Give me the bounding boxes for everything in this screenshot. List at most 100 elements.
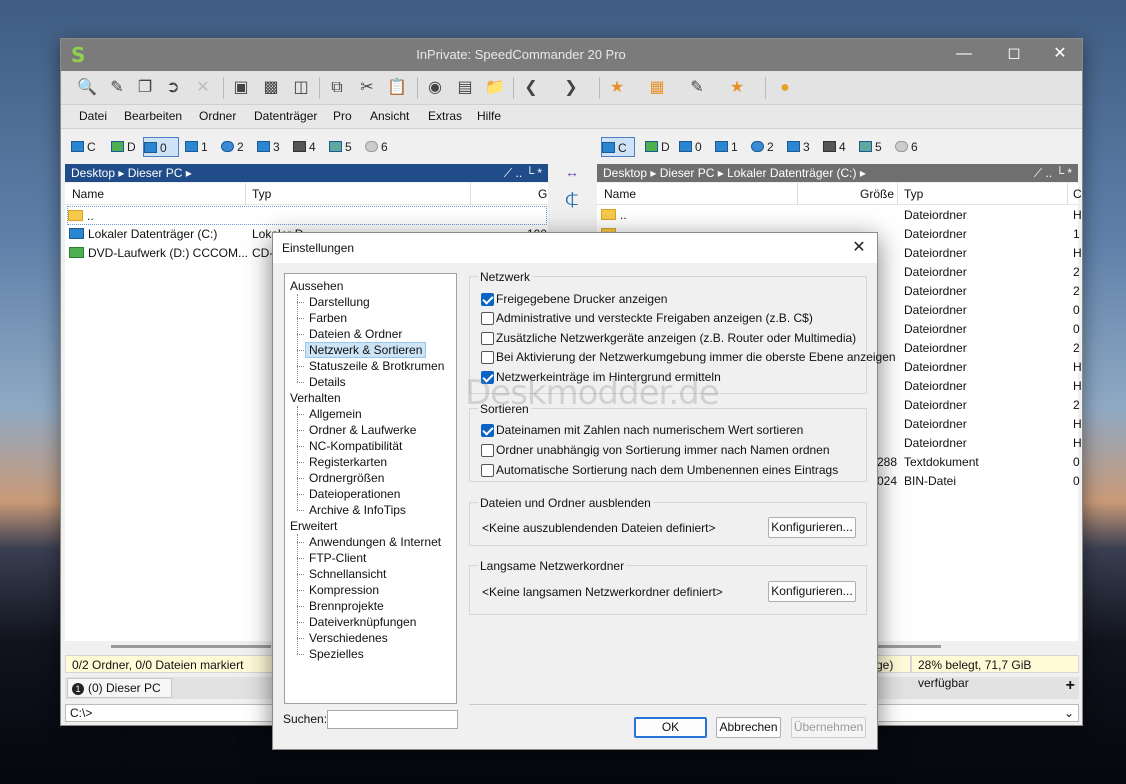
command-prompt-icon[interactable]: ▩: [259, 76, 283, 100]
tree-item[interactable]: Verschiedenes: [305, 630, 388, 646]
checkbox-freigegebene-drucker[interactable]: Freigegebene Drucker anzeigen: [481, 291, 667, 307]
breadcrumb-item[interactable]: Dieser PC: [660, 166, 715, 180]
checkbox-auto-sort[interactable]: Automatische Sortierung nach dem Umbenen…: [481, 462, 838, 478]
drive-3-button[interactable]: 3: [787, 137, 810, 157]
tree-item[interactable]: Allgemein: [305, 406, 362, 422]
tip-lightbulb-icon[interactable]: ●: [773, 76, 797, 100]
tree-item[interactable]: Darstellung: [305, 294, 370, 310]
drive-0-button[interactable]: 0: [143, 137, 179, 157]
checkbox-icon[interactable]: [481, 464, 494, 477]
tree-item[interactable]: Statuszeile & Brotkrumen: [305, 358, 444, 374]
minimize-button[interactable]: —: [941, 39, 987, 71]
menu-hilfe[interactable]: Hilfe: [477, 109, 501, 123]
forward-icon[interactable]: ❯: [559, 76, 583, 100]
tree-item[interactable]: Dateioperationen: [305, 486, 400, 502]
add-tab-icon[interactable]: +: [1066, 677, 1075, 695]
back-icon[interactable]: ❮: [519, 76, 543, 100]
maximize-button[interactable]: ◻: [991, 39, 1037, 71]
left-breadcrumb[interactable]: Desktop ▸ Dieser PC ▸ ⟋ .. └ *: [65, 164, 548, 182]
drive-1-button[interactable]: 1: [185, 137, 208, 157]
tree-item[interactable]: Details: [305, 374, 346, 390]
terminal-icon[interactable]: ◫: [289, 76, 313, 100]
menu-pro[interactable]: Pro: [333, 109, 352, 123]
swap-panels-icon[interactable]: ↔: [561, 164, 583, 180]
right-breadcrumb[interactable]: Desktop ▸ Dieser PC ▸ Lokaler Datenträge…: [597, 164, 1078, 182]
drive-0-button[interactable]: 0: [679, 137, 702, 157]
cut-icon[interactable]: ✂: [355, 76, 379, 100]
checkbox-icon[interactable]: [481, 293, 494, 306]
close-icon[interactable]: ✕: [847, 237, 871, 259]
checkbox-icon[interactable]: [481, 332, 494, 345]
checkbox-oberste-ebene[interactable]: Bei Aktivierung der Netzwerkumgebung imm…: [481, 349, 896, 365]
col-date[interactable]: C: [1073, 183, 1082, 205]
tree-item[interactable]: NC-Kompatibilität: [305, 438, 402, 454]
view-file-icon[interactable]: 🔍: [75, 76, 99, 100]
drive-5-button[interactable]: 5: [329, 137, 352, 157]
left-scrollbar[interactable]: [111, 645, 271, 648]
search-input[interactable]: [327, 710, 458, 729]
drive-6-button[interactable]: 6: [895, 137, 918, 157]
edit-list-icon[interactable]: ✎: [685, 76, 709, 100]
konfigurieren-ausblenden-button[interactable]: Konfigurieren...: [768, 517, 856, 538]
checkbox-netzwerkgeraete[interactable]: Zusätzliche Netzwerkgeräte anzeigen (z.B…: [481, 330, 856, 346]
tree-item[interactable]: Archive & InfoTips: [305, 502, 406, 518]
close-window-button[interactable]: ✕: [1037, 39, 1083, 71]
checkbox-admin-freigaben[interactable]: Administrative und versteckte Freigaben …: [481, 310, 813, 326]
checkbox-icon[interactable]: [481, 444, 494, 457]
dialog-title-bar[interactable]: Einstellungen ✕: [273, 233, 877, 263]
find-icon[interactable]: ▤: [453, 76, 477, 100]
drive-3-button[interactable]: 3: [257, 137, 280, 157]
star-folder-icon[interactable]: ★: [725, 76, 749, 100]
disk-search-icon[interactable]: ◉: [423, 76, 447, 100]
tree-item[interactable]: Registerkarten: [305, 454, 387, 470]
list-item[interactable]: .. Dateiordner H: [601, 206, 1082, 225]
sync-panels-icon[interactable]: ⍧: [559, 187, 585, 217]
tree-item[interactable]: Brennprojekte: [305, 598, 384, 614]
window-icon[interactable]: ▣: [229, 76, 253, 100]
paste-icon[interactable]: 📋: [385, 76, 409, 100]
menu-bearbeiten[interactable]: Bearbeiten: [124, 109, 182, 123]
breadcrumb-item[interactable]: Dieser PC: [128, 166, 183, 180]
move-file-icon[interactable]: ➲: [161, 76, 185, 100]
drive-4-button[interactable]: 4: [293, 137, 316, 157]
tree-item[interactable]: Kompression: [305, 582, 379, 598]
drive-4-button[interactable]: 4: [823, 137, 846, 157]
drive-d-button[interactable]: D: [645, 137, 670, 157]
new-folder-icon[interactable]: 📁: [483, 76, 507, 100]
list-item[interactable]: ..: [67, 206, 547, 225]
checkbox-icon[interactable]: [481, 351, 494, 364]
drive-1-button[interactable]: 1: [715, 137, 738, 157]
pane-tools-icon[interactable]: ⟋ .. └ *: [1034, 164, 1072, 182]
col-name[interactable]: Name: [604, 183, 636, 205]
drive-6-button[interactable]: 6: [365, 137, 388, 157]
tree-item[interactable]: Netzwerk & Sortieren: [305, 342, 427, 358]
delete-icon[interactable]: ✕: [191, 76, 215, 100]
title-bar[interactable]: S InPrivate: SpeedCommander 20 Pro — ◻ ✕: [61, 39, 1082, 71]
drive-d-button[interactable]: D: [111, 137, 136, 157]
checkbox-icon[interactable]: [481, 424, 494, 437]
col-name[interactable]: Name: [72, 183, 104, 205]
menu-ansicht[interactable]: Ansicht: [370, 109, 409, 123]
breadcrumb-item[interactable]: Desktop: [71, 166, 115, 180]
drive-5-button[interactable]: 5: [859, 137, 882, 157]
checkbox-numerisch[interactable]: Dateinamen mit Zahlen nach numerischem W…: [481, 422, 803, 438]
ok-button[interactable]: OK: [634, 717, 707, 738]
cancel-button[interactable]: Abbrechen: [716, 717, 781, 738]
col-type[interactable]: Typ: [252, 183, 271, 205]
checkbox-ordner-namen[interactable]: Ordner unabhängig von Sortierung immer n…: [481, 442, 830, 458]
tree-item[interactable]: Farben: [305, 310, 347, 326]
tree-item[interactable]: Spezielles: [305, 646, 364, 662]
col-type[interactable]: Typ: [904, 183, 923, 205]
tree-item[interactable]: Aussehen: [290, 278, 343, 294]
drive-c-button[interactable]: C: [71, 137, 96, 157]
breadcrumb-item[interactable]: Lokaler Datenträger (C:): [727, 166, 856, 180]
tree-item[interactable]: Dateiverknüpfungen: [305, 614, 416, 630]
col-size[interactable]: Größe: [860, 183, 894, 205]
drive-c-button[interactable]: C: [601, 137, 635, 157]
pane-tools-icon[interactable]: ⟋ .. └ *: [504, 164, 542, 182]
tab-dieser-pc[interactable]: 1 (0) Dieser PC: [67, 678, 172, 698]
edit-file-icon[interactable]: ✎: [105, 76, 129, 100]
breadcrumb-item[interactable]: Desktop: [603, 166, 647, 180]
tree-item[interactable]: Dateien & Ordner: [305, 326, 402, 342]
col-size[interactable]: G: [538, 183, 547, 205]
